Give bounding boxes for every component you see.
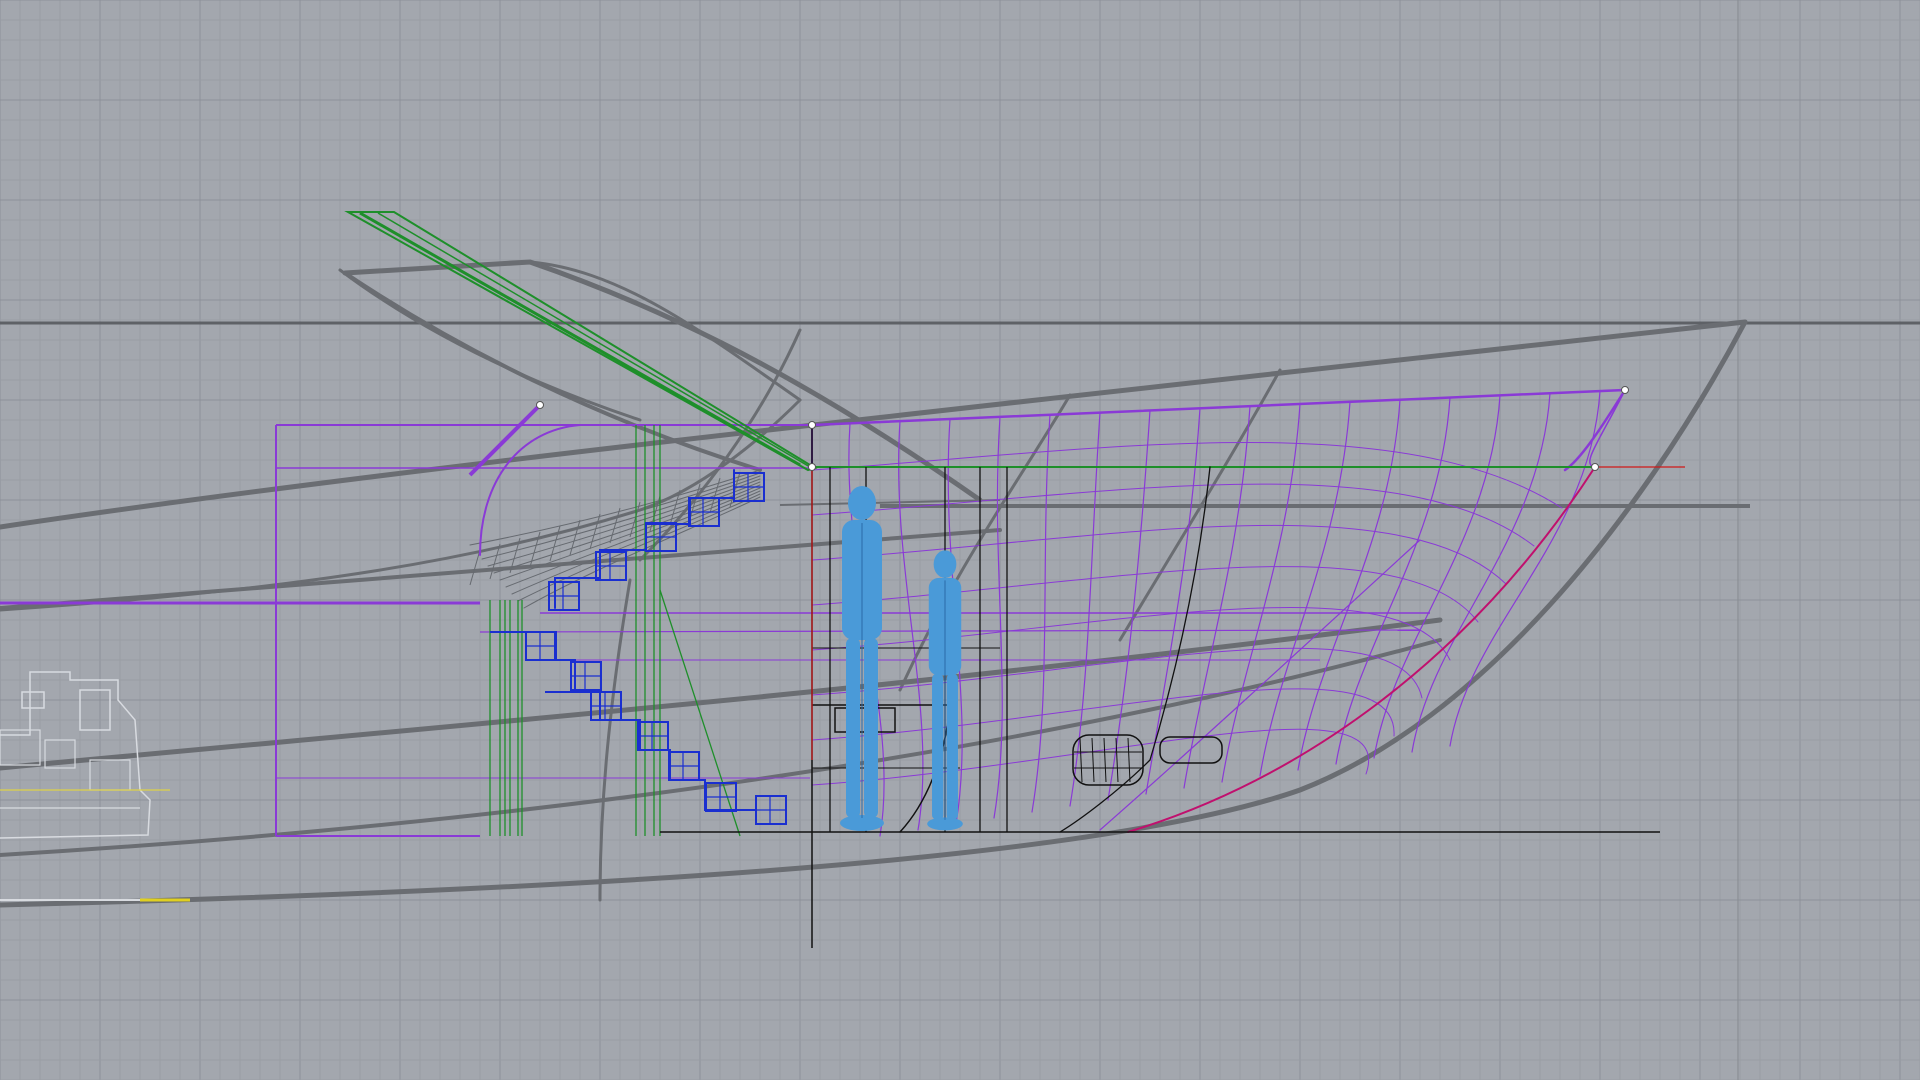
hull-mesh-section xyxy=(1449,390,1601,747)
hull-mesh-section xyxy=(1221,403,1301,783)
hull-mesh-waterline xyxy=(811,441,1563,509)
cabin-hatch-cross xyxy=(569,519,581,556)
figure-leg-right xyxy=(946,673,958,820)
hull-mesh-section xyxy=(898,420,924,831)
green-curve-layer xyxy=(344,211,1685,837)
cabin-front-curve xyxy=(479,424,581,556)
figure-leg-right xyxy=(864,638,878,818)
human-figure-2[interactable] xyxy=(927,550,963,831)
stairs-layer xyxy=(490,469,787,825)
control-point[interactable] xyxy=(1621,386,1629,394)
figure-leg-left xyxy=(932,673,944,820)
hull-mesh-section xyxy=(1335,396,1451,765)
hull-drawing[interactable] xyxy=(0,0,1920,1080)
control-point[interactable] xyxy=(1591,463,1599,471)
hull-mesh-section xyxy=(1411,392,1551,753)
engine-part xyxy=(79,689,111,731)
hull-mesh-section xyxy=(1107,409,1151,801)
cabin-hatch-cross xyxy=(649,495,661,532)
control-point[interactable] xyxy=(808,421,816,429)
bow-section-top xyxy=(810,388,1628,472)
hull-mesh-section xyxy=(993,416,1003,819)
cad-viewport[interactable]: sailboat-hull-wireframe-side-elevation xyxy=(0,0,1920,1080)
cabin-hatch-cross xyxy=(549,525,561,562)
cabin-hatch-cross xyxy=(529,531,541,568)
control-point[interactable] xyxy=(536,401,544,409)
figure-head xyxy=(848,486,876,520)
figure-leg-left xyxy=(846,638,860,818)
hull-mesh-section xyxy=(1069,412,1101,807)
engine-part xyxy=(89,759,131,791)
human-figure-1[interactable] xyxy=(840,486,884,831)
hull-mesh-waterline xyxy=(811,688,1395,741)
figure-head xyxy=(933,550,957,578)
background-grid xyxy=(0,0,1920,1080)
cabin-hatch-cross xyxy=(589,513,601,550)
control-point[interactable] xyxy=(808,463,816,471)
